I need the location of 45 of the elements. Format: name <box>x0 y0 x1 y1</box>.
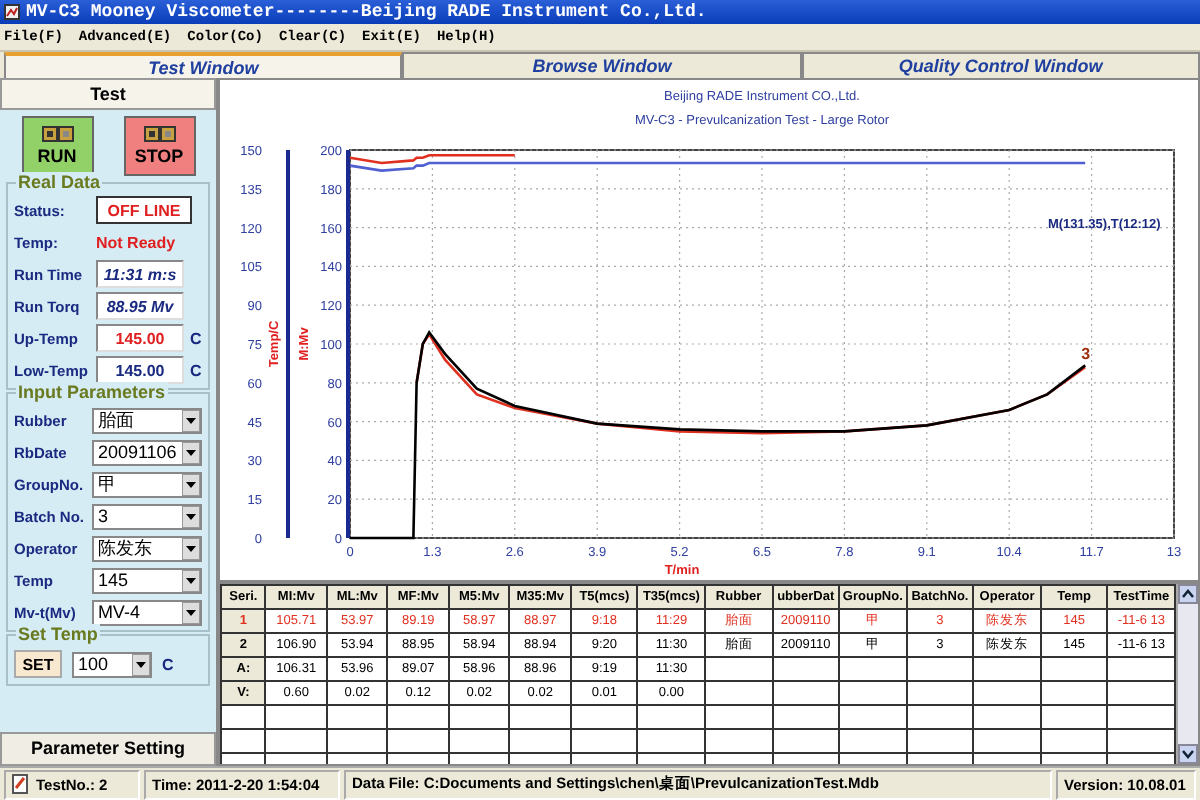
run-button[interactable]: RUN <box>21 116 93 176</box>
dropdown[interactable]: 陈发东 <box>91 535 202 561</box>
group-title: Real Data <box>16 172 103 192</box>
reading-value: 145.00 <box>96 356 184 384</box>
set-button[interactable]: SET <box>14 650 62 678</box>
series-marker: 3 <box>1081 345 1091 364</box>
dropdown[interactable]: 100 <box>72 651 152 677</box>
scrollbar[interactable] <box>1176 584 1198 764</box>
unit-label: C <box>162 655 174 673</box>
document-icon <box>12 774 30 794</box>
tab[interactable]: Quality Control Window <box>801 52 1200 78</box>
dropdown[interactable]: 胎面 <box>91 407 202 433</box>
dropdown[interactable]: 145 <box>91 567 202 593</box>
scroll-up-icon[interactable] <box>1178 584 1198 604</box>
tab[interactable]: Test Window <box>4 52 403 78</box>
app-icon <box>4 4 20 20</box>
stop-button[interactable]: STOP <box>123 116 195 176</box>
group-title: Set Temp <box>16 624 100 644</box>
reading-value: 145.00 <box>96 324 184 352</box>
dropdown[interactable]: MV-4 <box>91 599 202 625</box>
group-title: Input Parameters <box>16 382 168 402</box>
dropdown-arrow-icon <box>182 441 200 463</box>
reading-value: 88.95 Mv <box>96 292 184 320</box>
device-icon <box>41 126 73 142</box>
dropdown-arrow-icon <box>132 653 150 675</box>
dropdown-arrow-icon <box>182 473 200 495</box>
unit-label: C <box>190 361 202 379</box>
dropdown-arrow-icon <box>182 409 200 431</box>
dropdown-arrow-icon <box>182 537 200 559</box>
dropdown-arrow-icon <box>182 569 200 591</box>
status-value: OFF LINE <box>96 196 192 224</box>
temp-status: Not Ready <box>96 233 176 251</box>
scroll-down-icon[interactable] <box>1178 744 1198 764</box>
dropdown[interactable]: 甲 <box>91 471 202 497</box>
dropdown[interactable]: 3 <box>91 503 202 529</box>
dropdown[interactable]: 20091106 <box>91 439 202 465</box>
dropdown-arrow-icon <box>182 601 200 623</box>
unit-label: C <box>190 329 202 347</box>
panel-tab[interactable]: Parameter Setting <box>0 732 216 766</box>
panel-tab[interactable]: Test <box>0 78 216 110</box>
window-title: MV-C3 Mooney Viscometer--------Beijing RADE Instrument Co.,Ltd. <box>26 2 707 22</box>
dropdown-arrow-icon <box>182 505 200 527</box>
tab[interactable]: Browse Window <box>402 52 802 78</box>
device-icon <box>143 126 175 142</box>
reading-value: 11:31 m:s <box>96 260 184 288</box>
